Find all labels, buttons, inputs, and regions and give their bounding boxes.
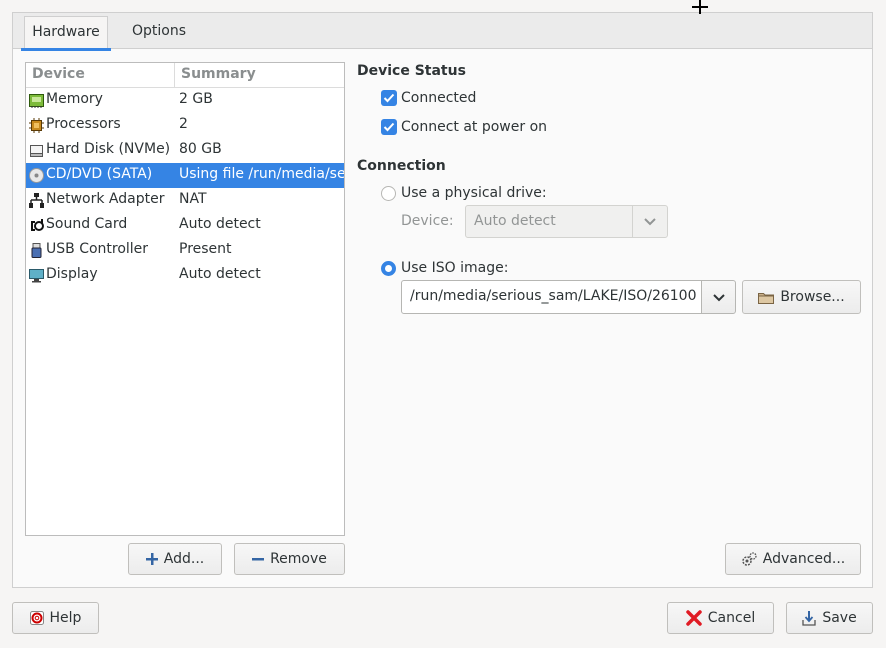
display-icon — [29, 269, 44, 283]
device-summary: Using file /run/media/serious_sam — [179, 166, 345, 182]
remove-label: Remove — [270, 551, 327, 567]
tab-options-label: Options — [131, 23, 187, 39]
chevron-down-icon — [713, 294, 725, 302]
device-summary: NAT — [179, 191, 207, 207]
device-name: CD/DVD (SATA) — [46, 166, 153, 182]
physical-drive-label[interactable]: Use a physical drive: — [401, 185, 547, 201]
physical-device-value: Auto detect — [474, 213, 556, 229]
folder-icon — [758, 292, 775, 304]
device-summary: 80 GB — [179, 141, 222, 157]
save-button[interactable]: Save — [786, 602, 873, 634]
iso-path-input[interactable]: /run/media/serious_sam/LAKE/ISO/26100 — [401, 280, 702, 314]
device-name: Network Adapter — [46, 191, 165, 207]
advanced-button[interactable]: Advanced... — [725, 543, 861, 575]
settings-gears-icon — [741, 552, 757, 566]
crosshair-cursor-icon — [692, 0, 708, 14]
connect-at-power-on-label[interactable]: Connect at power on — [401, 119, 547, 135]
physical-device-select[interactable]: Auto detect — [465, 205, 668, 238]
device-name: Hard Disk (NVMe) — [46, 141, 171, 157]
device-row-display[interactable]: Display Auto detect — [26, 263, 344, 288]
device-summary: Auto detect — [179, 266, 261, 282]
device-name: USB Controller — [46, 241, 149, 257]
connected-label[interactable]: Connected — [401, 90, 476, 106]
device-row-hard-disk[interactable]: Hard Disk (NVMe) 80 GB — [26, 138, 344, 163]
sound-card-icon — [31, 219, 44, 231]
select-separator — [632, 206, 633, 237]
device-row-usb[interactable]: USB Controller Present — [26, 238, 344, 263]
help-label: Help — [49, 610, 82, 626]
cancel-label: Cancel — [707, 610, 756, 626]
add-device-button[interactable]: Add... — [128, 543, 222, 575]
browse-button[interactable]: Browse... — [742, 280, 861, 314]
column-summary[interactable]: Summary — [181, 66, 256, 82]
help-button[interactable]: Help — [12, 602, 99, 634]
network-icon — [29, 193, 44, 208]
iso-image-radio[interactable] — [381, 261, 396, 276]
checkmark-icon — [383, 93, 395, 103]
device-name: Display — [46, 266, 98, 282]
connection-heading: Connection — [357, 158, 446, 174]
minus-icon — [252, 558, 265, 561]
connect-at-power-on-checkbox[interactable] — [381, 119, 397, 135]
device-summary: 2 GB — [179, 91, 213, 107]
device-name: Sound Card — [46, 216, 128, 232]
device-label: Device: — [401, 213, 454, 229]
checkmark-icon — [383, 122, 395, 132]
device-row-processors[interactable]: Processors 2 — [26, 113, 344, 138]
device-name: Memory — [46, 91, 103, 107]
advanced-label: Advanced... — [762, 551, 846, 567]
remove-device-button[interactable]: Remove — [234, 543, 345, 575]
processor-icon — [29, 118, 44, 133]
device-row-sound-card[interactable]: Sound Card Auto detect — [26, 213, 344, 238]
cancel-x-icon — [686, 610, 702, 626]
chevron-down-icon — [644, 218, 656, 226]
column-device[interactable]: Device — [32, 66, 85, 82]
device-row-network[interactable]: Network Adapter NAT — [26, 188, 344, 213]
device-list[interactable]: Device Summary Memory 2 GB Processors 2 — [25, 62, 345, 536]
device-summary: Auto detect — [179, 216, 261, 232]
device-status-heading: Device Status — [357, 63, 466, 79]
help-lifebuoy-icon — [29, 611, 44, 625]
cd-dvd-icon — [29, 168, 44, 183]
add-label: Add... — [163, 551, 205, 567]
save-download-icon — [802, 611, 816, 626]
cancel-button[interactable]: Cancel — [667, 602, 774, 634]
usb-icon — [31, 243, 42, 258]
plus-icon — [145, 553, 158, 565]
save-label: Save — [822, 610, 857, 626]
browse-label: Browse... — [780, 289, 845, 305]
iso-history-dropdown-button[interactable] — [701, 280, 736, 314]
device-list-header: Device Summary — [26, 63, 344, 88]
hard-disk-icon — [30, 145, 43, 157]
memory-icon — [29, 94, 44, 108]
device-summary: 2 — [179, 116, 188, 132]
device-row-memory[interactable]: Memory 2 GB — [26, 88, 344, 113]
column-separator — [174, 63, 175, 87]
device-name: Processors — [46, 116, 121, 132]
physical-drive-radio[interactable] — [381, 186, 396, 201]
device-summary: Present — [179, 241, 232, 257]
iso-path-value: /run/media/serious_sam/LAKE/ISO/26100 — [410, 288, 697, 304]
connected-checkbox[interactable] — [381, 90, 397, 106]
tab-options[interactable]: Options — [124, 16, 194, 48]
active-tab-indicator — [21, 48, 111, 51]
device-row-cd-dvd[interactable]: CD/DVD (SATA) Using file /run/media/seri… — [26, 163, 345, 188]
iso-image-label[interactable]: Use ISO image: — [401, 260, 508, 276]
tab-hardware-label: Hardware — [32, 24, 100, 40]
tab-hardware[interactable]: Hardware — [21, 16, 111, 51]
